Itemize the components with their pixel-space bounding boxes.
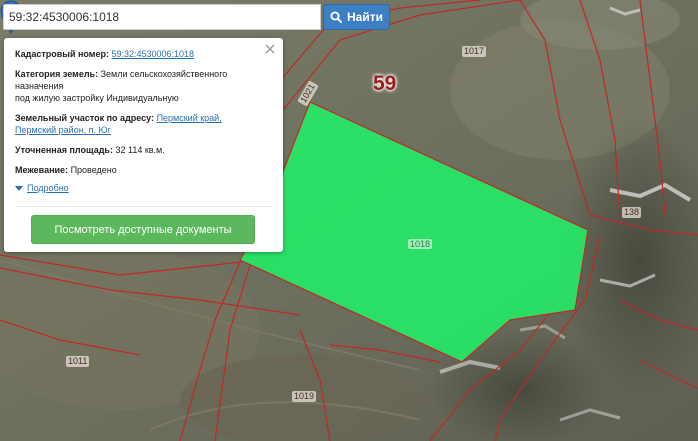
search-icon: [330, 11, 342, 23]
area-value: 32 114 кв.м.: [115, 145, 165, 155]
close-icon[interactable]: [264, 43, 276, 55]
details-toggle-label: Подробно: [27, 183, 69, 193]
survey-label: Межевание:: [15, 165, 69, 175]
cadastral-number-label: Кадастровый номер:: [15, 49, 109, 59]
address-link-region[interactable]: Пермский край,: [157, 113, 222, 123]
survey-value: Проведено: [70, 165, 117, 175]
view-documents-button[interactable]: Посмотреть доступные документы: [31, 215, 255, 244]
parcel-label-1017: 1017: [462, 46, 487, 57]
search-button-label: Найти: [347, 10, 383, 24]
popup-divider: [15, 206, 272, 207]
details-toggle[interactable]: Подробно: [15, 182, 272, 194]
parcel-label-1019: 1019: [292, 391, 317, 402]
cadastral-number-row: Кадастровый номер: 59:32:4530006:1018: [15, 48, 272, 60]
cadastral-number-link[interactable]: 59:32:4530006:1018: [111, 49, 194, 59]
area-row: Уточненная площадь: 32 114 кв.м.: [15, 144, 272, 156]
search-button[interactable]: Найти: [323, 4, 390, 30]
parcel-label-1011: 1011: [66, 356, 90, 367]
land-use-value: под жилую застройку Индивидуальную: [15, 93, 179, 103]
caret-down-icon: [15, 185, 23, 191]
selected-parcel-label: 1018: [408, 239, 433, 249]
parcel-label-138: 138: [622, 207, 642, 218]
region-label: 59: [373, 72, 397, 95]
land-category-row: Категория земель: Земли сельскохозяйстве…: [15, 68, 272, 104]
area-label: Уточненная площадь:: [15, 145, 113, 155]
address-row: Земельный участок по адресу: Пермский кр…: [15, 112, 272, 136]
survey-row: Межевание: Проведено: [15, 164, 272, 176]
address-label: Земельный участок по адресу:: [15, 113, 155, 123]
parcel-info-popup: Кадастровый номер: 59:32:4530006:1018 Ка…: [4, 38, 283, 252]
land-category-label: Категория земель:: [15, 69, 99, 79]
search-input[interactable]: [3, 4, 321, 30]
address-link-locality[interactable]: Пермский район, п. Юг: [15, 125, 111, 135]
